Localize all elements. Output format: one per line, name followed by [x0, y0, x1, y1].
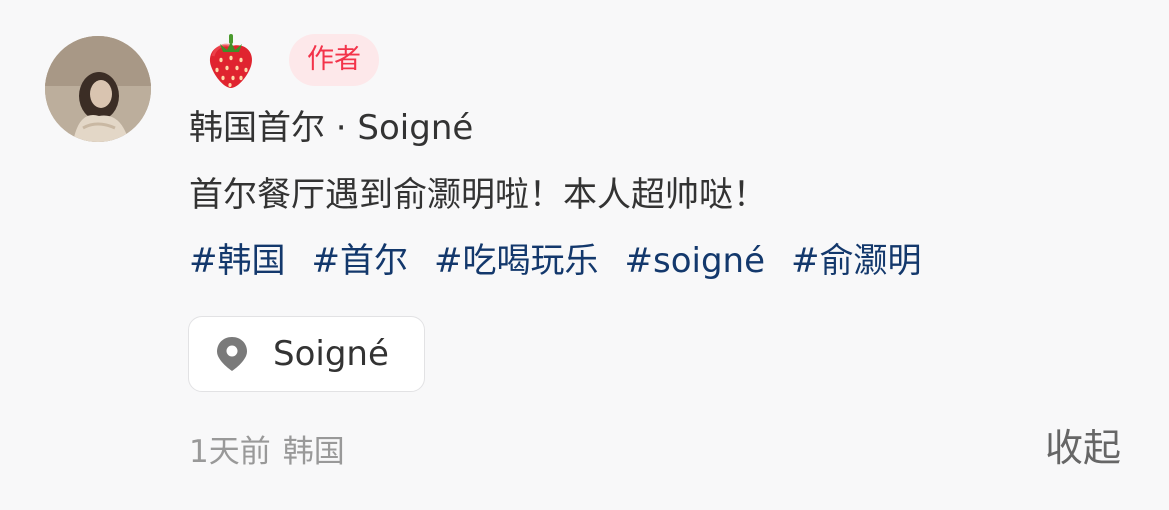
- strawberry-icon: [209, 34, 253, 88]
- comment-text: 首尔餐厅遇到俞灏明啦！本人超帅哒！: [189, 175, 767, 215]
- author-name-row: 作者: [203, 30, 379, 90]
- hashtag-link[interactable]: #soigné: [625, 236, 766, 286]
- ip-region: 韩国: [282, 434, 345, 470]
- author-badge: 作者: [289, 34, 379, 86]
- hashtag-link[interactable]: #首尔: [312, 236, 409, 286]
- hashtag-list: #韩国 #首尔 #吃喝玩乐 #soigné #俞灏明: [189, 235, 922, 287]
- collapse-button[interactable]: 收起: [1045, 424, 1121, 472]
- hashtag-link[interactable]: #吃喝玩乐: [434, 236, 599, 286]
- comment-meta: 1天前 韩国: [189, 429, 345, 475]
- location-label: Soigné: [273, 334, 389, 374]
- timestamp: 1天前: [189, 434, 271, 470]
- map-pin-icon: [217, 337, 247, 371]
- user-avatar[interactable]: [45, 36, 151, 142]
- post-title: 韩国首尔 · Soigné: [189, 108, 474, 148]
- location-tag[interactable]: Soigné: [188, 316, 425, 392]
- hashtag-link[interactable]: #俞灏明: [791, 236, 922, 286]
- hashtag-link[interactable]: #韩国: [189, 236, 286, 286]
